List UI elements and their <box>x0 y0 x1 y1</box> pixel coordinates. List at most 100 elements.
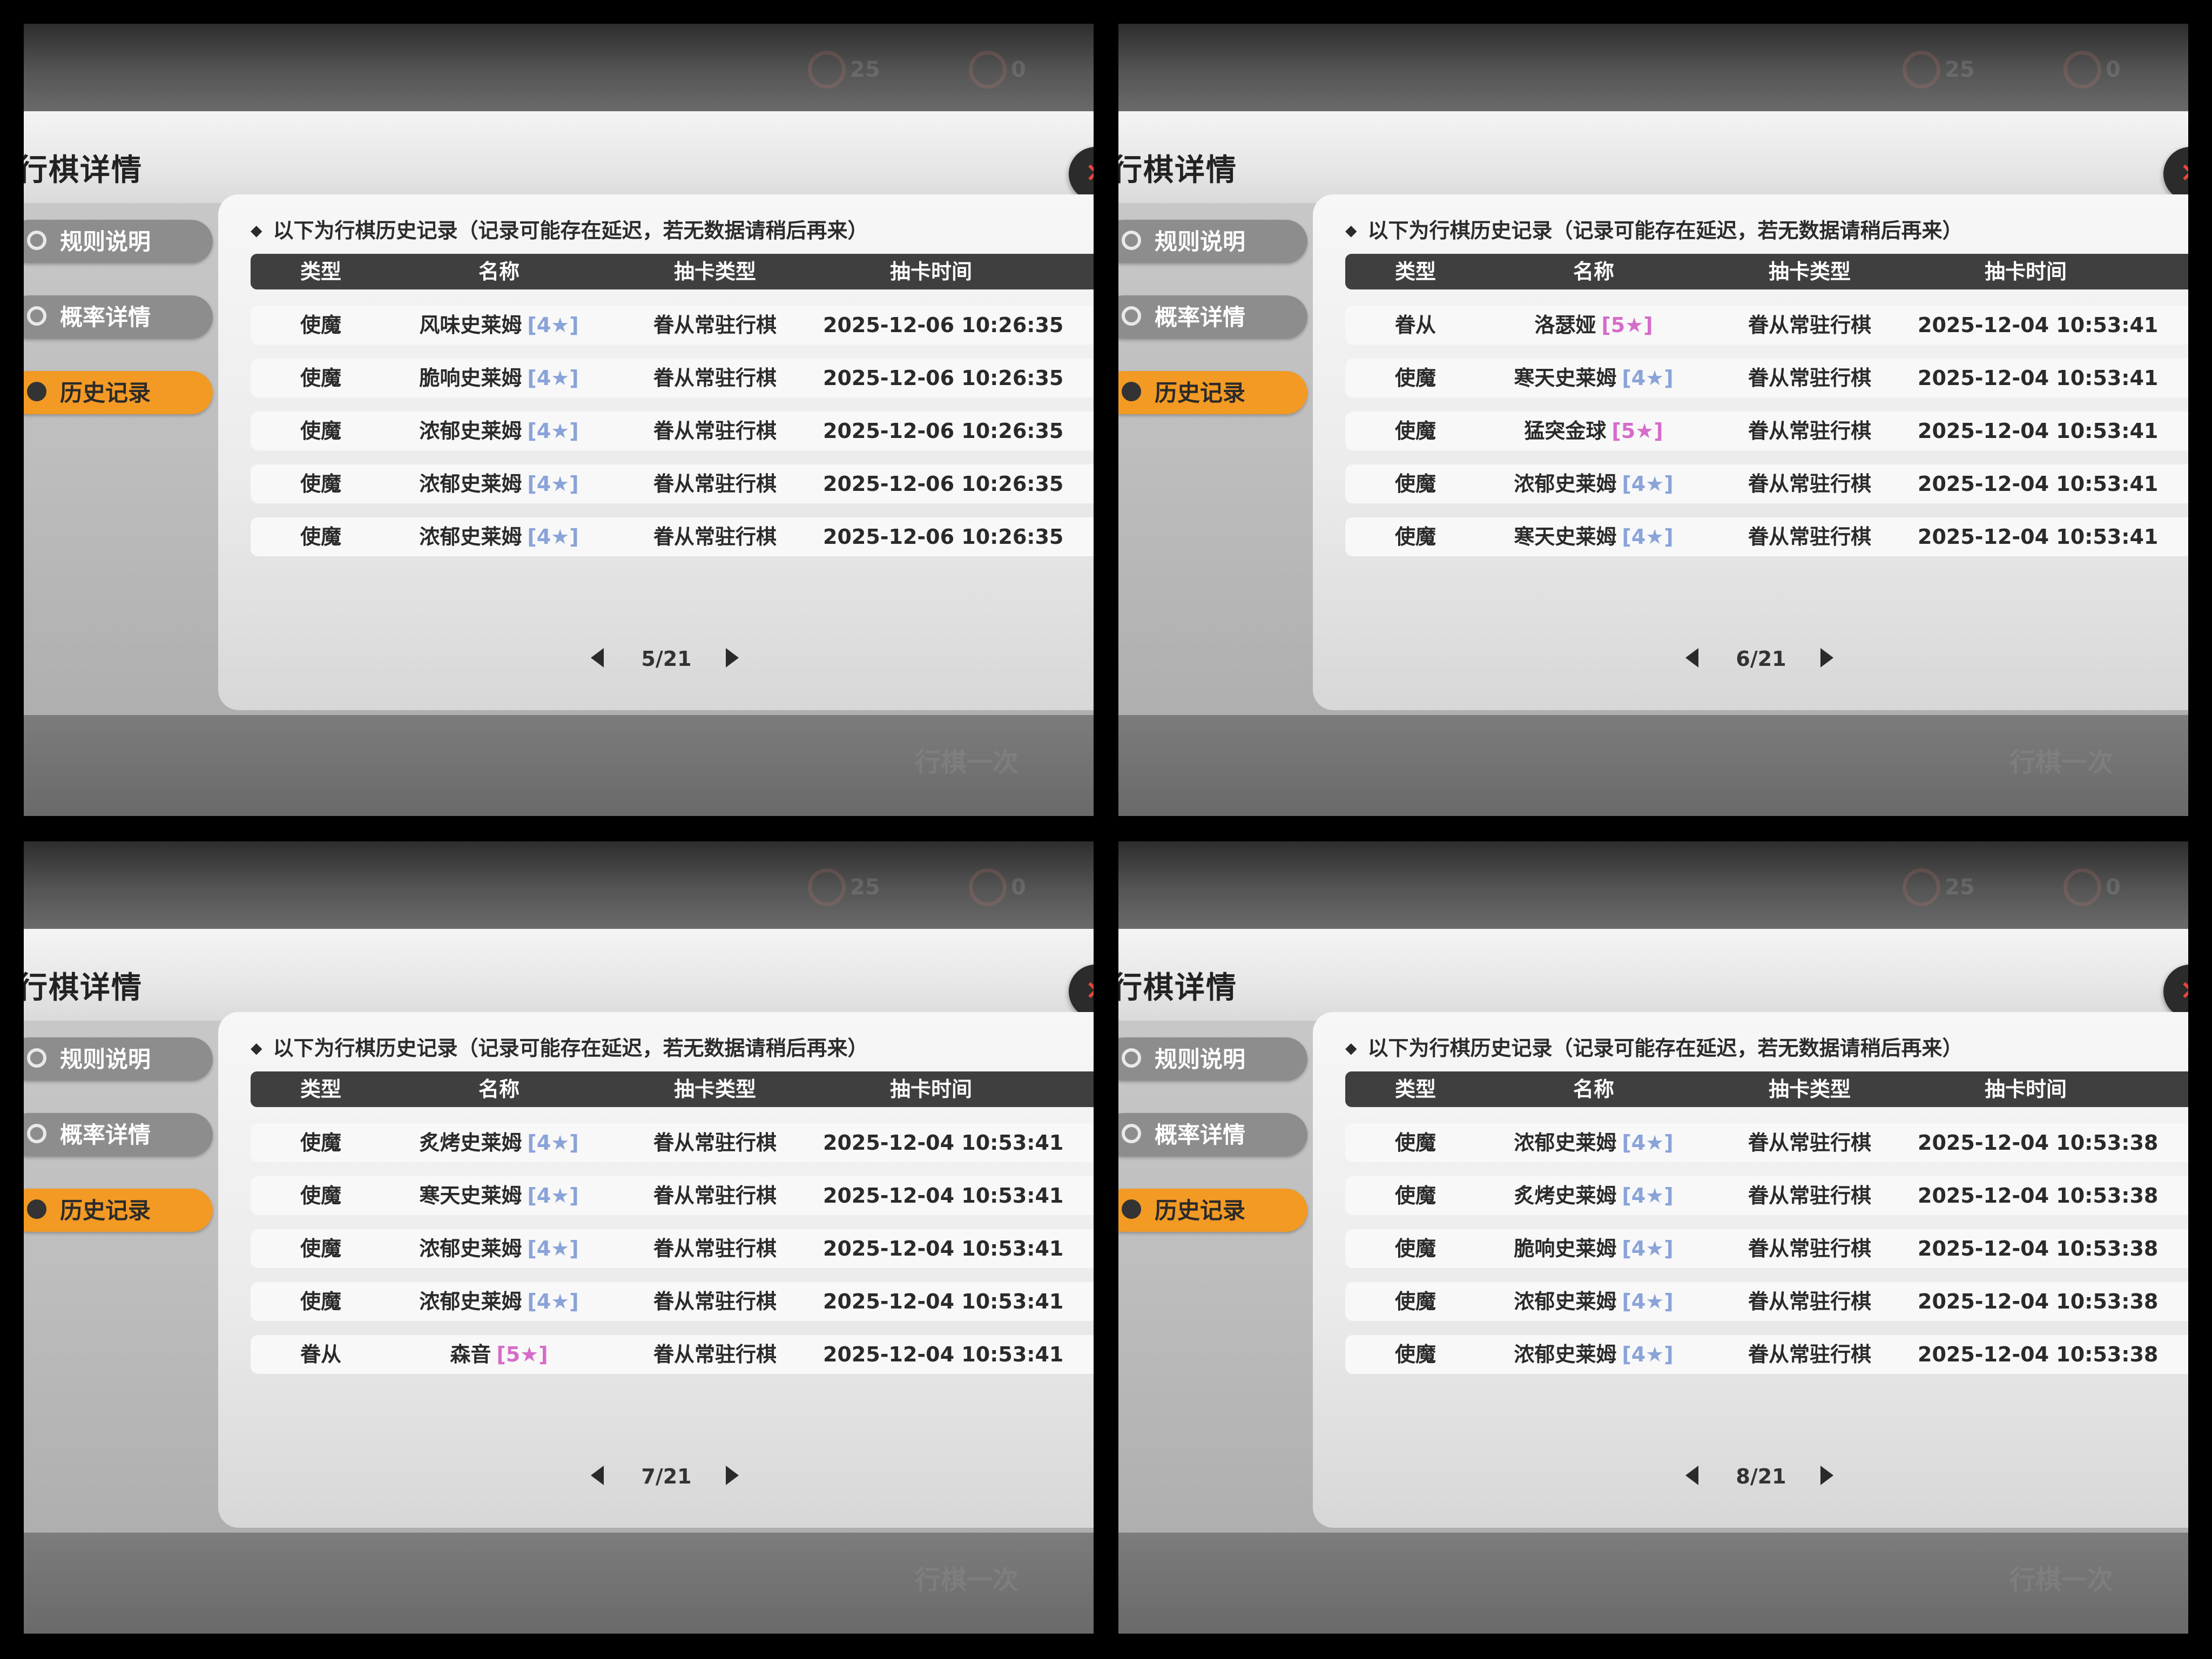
prev-page-icon[interactable] <box>591 648 604 667</box>
cell-name: 浓郁史莱姆 [4★] <box>1486 464 1702 503</box>
rarity-badge: [4★] <box>527 1237 579 1260</box>
tab-history[interactable]: 历史记录 <box>24 1189 213 1232</box>
bottom-bar: 行棋一次 <box>1118 1533 2188 1634</box>
close-icon: × <box>2180 156 2188 188</box>
cell-type: 眷从 <box>300 1343 341 1366</box>
tab-probability[interactable]: 概率详情 <box>24 295 213 339</box>
history-panel: 25 0 行棋详情 × 规则说明 概率详情 历史记录 ◆以下为行棋历史记录（记录… <box>24 24 1094 816</box>
circle-bullet-icon <box>1122 1048 1141 1068</box>
prev-page-icon[interactable] <box>1685 1466 1698 1485</box>
table-row[interactable]: 使魔 脆响史莱姆 [4★] 眷从常驻行棋 2025-12-04 10:53:38 <box>1345 1229 2188 1268</box>
pagination: 6/21 <box>1685 643 1837 675</box>
close-button[interactable]: × <box>1069 147 1094 201</box>
table-row[interactable]: 使魔 浓郁史莱姆 [4★] 眷从常驻行棋 2025-12-04 10:53:38 <box>1345 1335 2188 1374</box>
circle-bullet-icon <box>1122 1124 1141 1143</box>
header-time: 抽卡时间 <box>889 1077 972 1101</box>
page-title: 行棋详情 <box>24 153 143 188</box>
cell-type: 使魔 <box>300 525 341 549</box>
cell-time: 2025-12-04 10:53:38 <box>1918 1184 2159 1208</box>
rarity-badge: [5★] <box>1601 313 1653 337</box>
tab-label: 概率详情 <box>60 304 151 331</box>
table-row[interactable]: 眷从 森音 [5★] 眷从常驻行棋 2025-12-04 10:53:41 <box>251 1335 1094 1374</box>
next-page-icon[interactable] <box>726 648 739 667</box>
close-button[interactable]: × <box>2163 147 2188 201</box>
table-header: 类型 名称 抽卡类型 抽卡时间 <box>251 254 1094 289</box>
tab-probability[interactable]: 概率详情 <box>24 1113 213 1156</box>
header-name: 名称 <box>1573 260 1614 284</box>
tab-rules[interactable]: 规则说明 <box>1118 1037 1307 1081</box>
page-title: 行棋详情 <box>1118 153 1237 188</box>
cell-time: 2025-12-06 10:26:35 <box>823 419 1064 443</box>
tab-rules[interactable]: 规则说明 <box>24 1037 213 1081</box>
header-time: 抽卡时间 <box>1984 260 2067 284</box>
table-row[interactable]: 使魔 寒天史莱姆 [4★] 眷从常驻行棋 2025-12-04 10:53:41 <box>1345 359 2188 397</box>
next-page-icon[interactable] <box>1820 648 1833 667</box>
pagination: 5/21 <box>591 643 742 675</box>
tab-history[interactable]: 历史记录 <box>1118 1189 1307 1232</box>
rarity-badge: [4★] <box>527 525 579 549</box>
table-row[interactable]: 使魔 浓郁史莱姆 [4★] 眷从常驻行棋 2025-12-04 10:53:38 <box>1345 1282 2188 1321</box>
table-header: 类型 名称 抽卡类型 抽卡时间 <box>1345 254 2188 289</box>
circle-bullet-icon <box>27 1124 46 1143</box>
item-name: 寒天史莱姆 <box>419 1184 522 1208</box>
close-icon: × <box>2180 973 2188 1006</box>
table-row[interactable]: 使魔 炙烤史莱姆 [4★] 眷从常驻行棋 2025-12-04 10:53:41 <box>251 1123 1094 1162</box>
next-page-icon[interactable] <box>1820 1466 1833 1485</box>
table-row[interactable]: 使魔 浓郁史莱姆 [4★] 眷从常驻行棋 2025-12-04 10:53:41 <box>251 1229 1094 1268</box>
cell-time: 2025-12-06 10:26:35 <box>823 366 1064 390</box>
draw-once-hint: 行棋一次 <box>915 747 1019 778</box>
circle-bullet-icon <box>27 1199 46 1219</box>
prev-page-icon[interactable] <box>591 1466 604 1485</box>
header-type: 类型 <box>300 1077 341 1101</box>
rarity-badge: [4★] <box>527 419 579 443</box>
table-row[interactable]: 眷从 洛瑟娅 [5★] 眷从常驻行棋 2025-12-04 10:53:41 <box>1345 306 2188 345</box>
tab-probability[interactable]: 概率详情 <box>1118 295 1307 339</box>
close-icon: × <box>1085 973 1094 1006</box>
table-row[interactable]: 使魔 浓郁史莱姆 [4★] 眷从常驻行棋 2025-12-06 10:26:35 <box>251 517 1094 556</box>
tab-history[interactable]: 历史记录 <box>1118 371 1307 414</box>
diamond-icon: ◆ <box>251 221 262 239</box>
cell-pool: 眷从常驻行棋 <box>1748 1184 1871 1208</box>
tab-probability[interactable]: 概率详情 <box>1118 1113 1307 1156</box>
close-button[interactable]: × <box>1069 965 1094 1019</box>
table-row[interactable]: 使魔 风味史莱姆 [4★] 眷从常驻行棋 2025-12-06 10:26:35 <box>251 306 1094 345</box>
rarity-badge: [4★] <box>1622 1343 1674 1366</box>
table-row[interactable]: 使魔 浓郁史莱姆 [4★] 眷从常驻行棋 2025-12-04 10:53:41 <box>251 1282 1094 1321</box>
item-name: 浓郁史莱姆 <box>1514 1131 1617 1155</box>
tab-label: 规则说明 <box>60 1046 151 1073</box>
cell-type: 使魔 <box>1394 1290 1436 1313</box>
cell-name: 浓郁史莱姆 [4★] <box>1486 1123 1702 1162</box>
table-row[interactable]: 使魔 猛突金球 [5★] 眷从常驻行棋 2025-12-04 10:53:41 <box>1345 412 2188 450</box>
hud-currency-b: 0 <box>2063 45 2170 94</box>
cell-time: 2025-12-04 10:53:41 <box>823 1343 1064 1366</box>
tab-rules[interactable]: 规则说明 <box>1118 220 1307 263</box>
next-page-icon[interactable] <box>726 1466 739 1485</box>
table-row[interactable]: 使魔 浓郁史莱姆 [4★] 眷从常驻行棋 2025-12-04 10:53:38 <box>1345 1123 2188 1162</box>
table-row[interactable]: 使魔 浓郁史莱姆 [4★] 眷从常驻行棋 2025-12-04 10:53:41 <box>1345 464 2188 503</box>
close-button[interactable]: × <box>2163 965 2188 1019</box>
table-row[interactable]: 使魔 脆响史莱姆 [4★] 眷从常驻行棋 2025-12-06 10:26:35 <box>251 359 1094 397</box>
cell-type: 使魔 <box>1394 366 1436 390</box>
table-row[interactable]: 使魔 寒天史莱姆 [4★] 眷从常驻行棋 2025-12-04 10:53:41 <box>251 1176 1094 1215</box>
cell-time: 2025-12-06 10:26:35 <box>823 313 1064 337</box>
prev-page-icon[interactable] <box>1685 648 1698 667</box>
cell-type: 使魔 <box>1394 419 1436 443</box>
item-name: 森音 <box>450 1343 491 1366</box>
cell-name: 浓郁史莱姆 [4★] <box>391 1229 607 1268</box>
table-row[interactable]: 使魔 浓郁史莱姆 [4★] 眷从常驻行棋 2025-12-06 10:26:35 <box>251 412 1094 450</box>
draw-once-hint: 行棋一次 <box>915 1565 1019 1595</box>
cell-name: 寒天史莱姆 [4★] <box>1486 359 1702 397</box>
table-row[interactable]: 使魔 浓郁史莱姆 [4★] 眷从常驻行棋 2025-12-06 10:26:35 <box>251 464 1094 503</box>
item-name: 浓郁史莱姆 <box>419 1290 522 1313</box>
header-pool: 抽卡类型 <box>673 260 756 284</box>
title-bar: 行棋详情 × <box>1118 111 2188 203</box>
cell-type: 使魔 <box>300 313 341 337</box>
cell-type: 使魔 <box>1394 472 1436 496</box>
table-row[interactable]: 使魔 寒天史莱姆 [4★] 眷从常驻行棋 2025-12-04 10:53:41 <box>1345 517 2188 556</box>
circle-bullet-icon <box>27 1048 46 1068</box>
tab-history[interactable]: 历史记录 <box>24 371 213 414</box>
header-pool: 抽卡类型 <box>673 1077 756 1101</box>
tab-rules[interactable]: 规则说明 <box>24 220 213 263</box>
table-row[interactable]: 使魔 炙烤史莱姆 [4★] 眷从常驻行棋 2025-12-04 10:53:38 <box>1345 1176 2188 1215</box>
cell-type: 使魔 <box>1394 1237 1436 1260</box>
